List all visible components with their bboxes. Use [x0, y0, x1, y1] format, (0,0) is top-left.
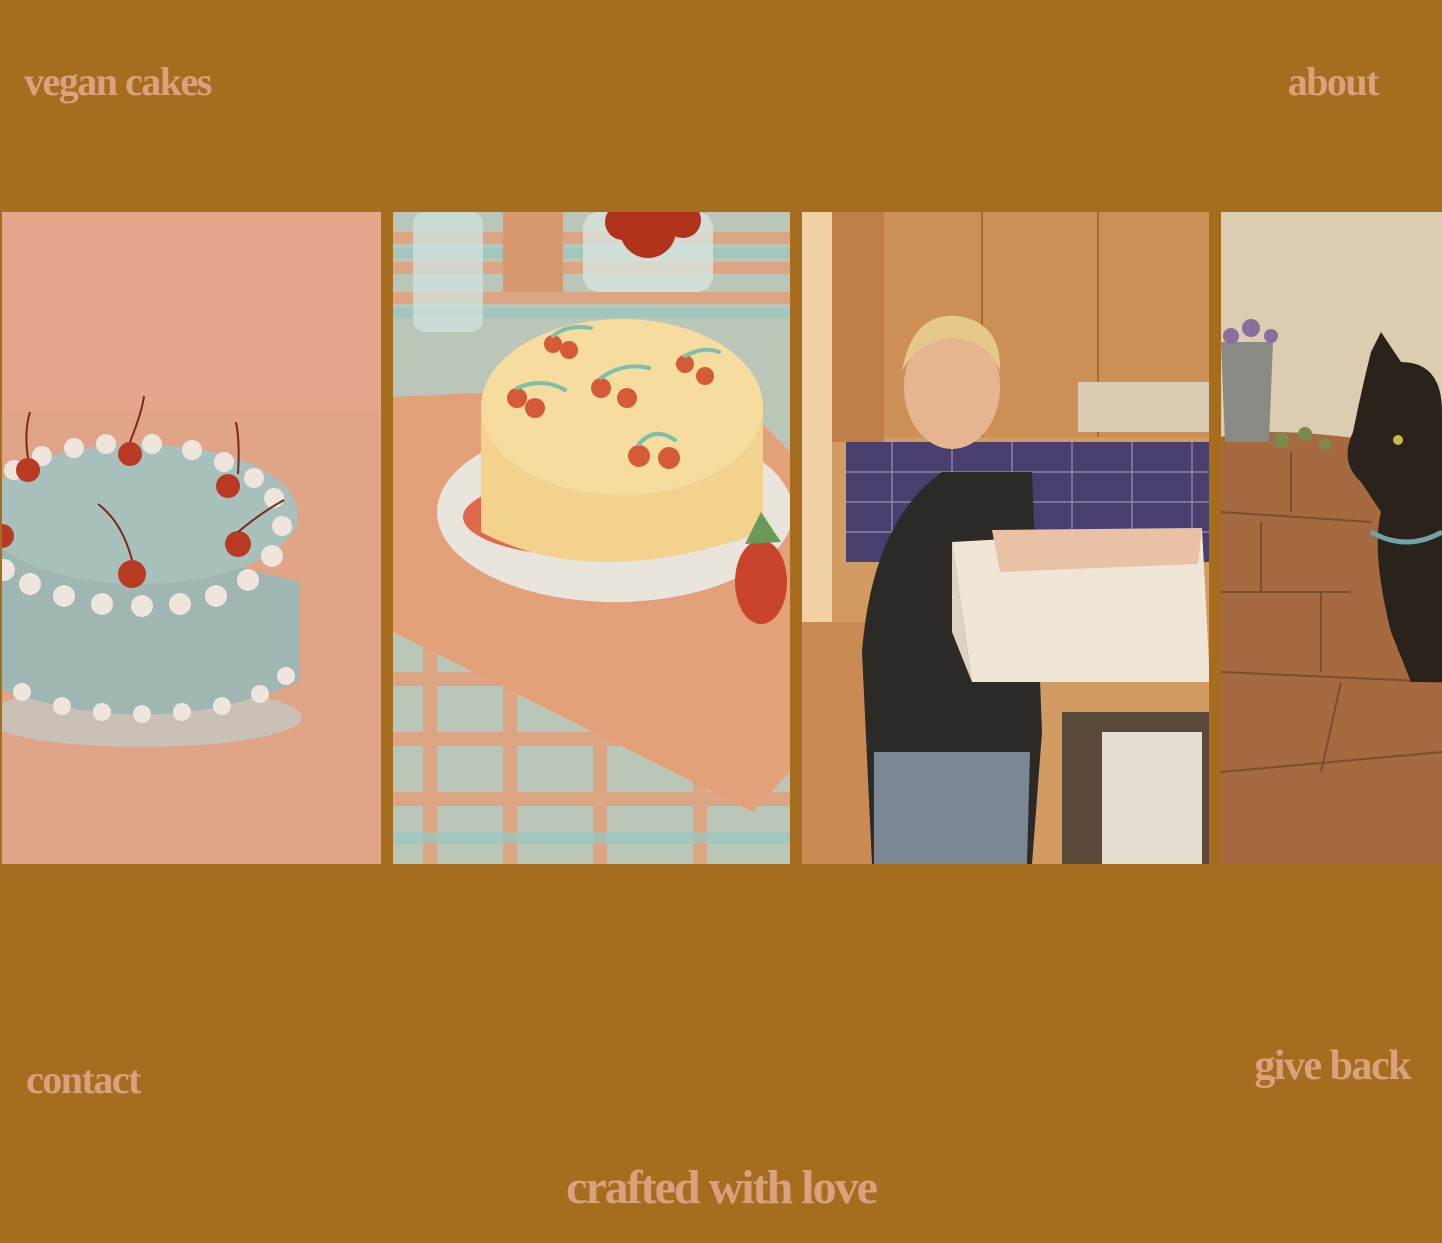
- tagline: crafted with love: [566, 1161, 878, 1214]
- gallery-image-baker-with-box[interactable]: [802, 212, 1209, 864]
- cherry-piped-cake-photo: [393, 212, 790, 864]
- black-cat-photo: [1221, 212, 1442, 864]
- cherry-cake-photo: [2, 212, 381, 864]
- nav-link-vegan-cakes[interactable]: vegan cakes: [24, 58, 212, 105]
- photo-gallery: [0, 212, 1442, 864]
- nav-link-about[interactable]: about: [1288, 58, 1380, 105]
- nav-link-contact[interactable]: contact: [26, 1056, 141, 1103]
- nav-link-give-back[interactable]: give back: [1254, 1042, 1411, 1090]
- gallery-image-blue-cherry-cake[interactable]: [2, 212, 381, 864]
- gallery-image-cherry-piped-cake[interactable]: [393, 212, 790, 864]
- baker-with-box-photo: [802, 212, 1209, 864]
- gallery-image-black-cat[interactable]: [1221, 212, 1442, 864]
